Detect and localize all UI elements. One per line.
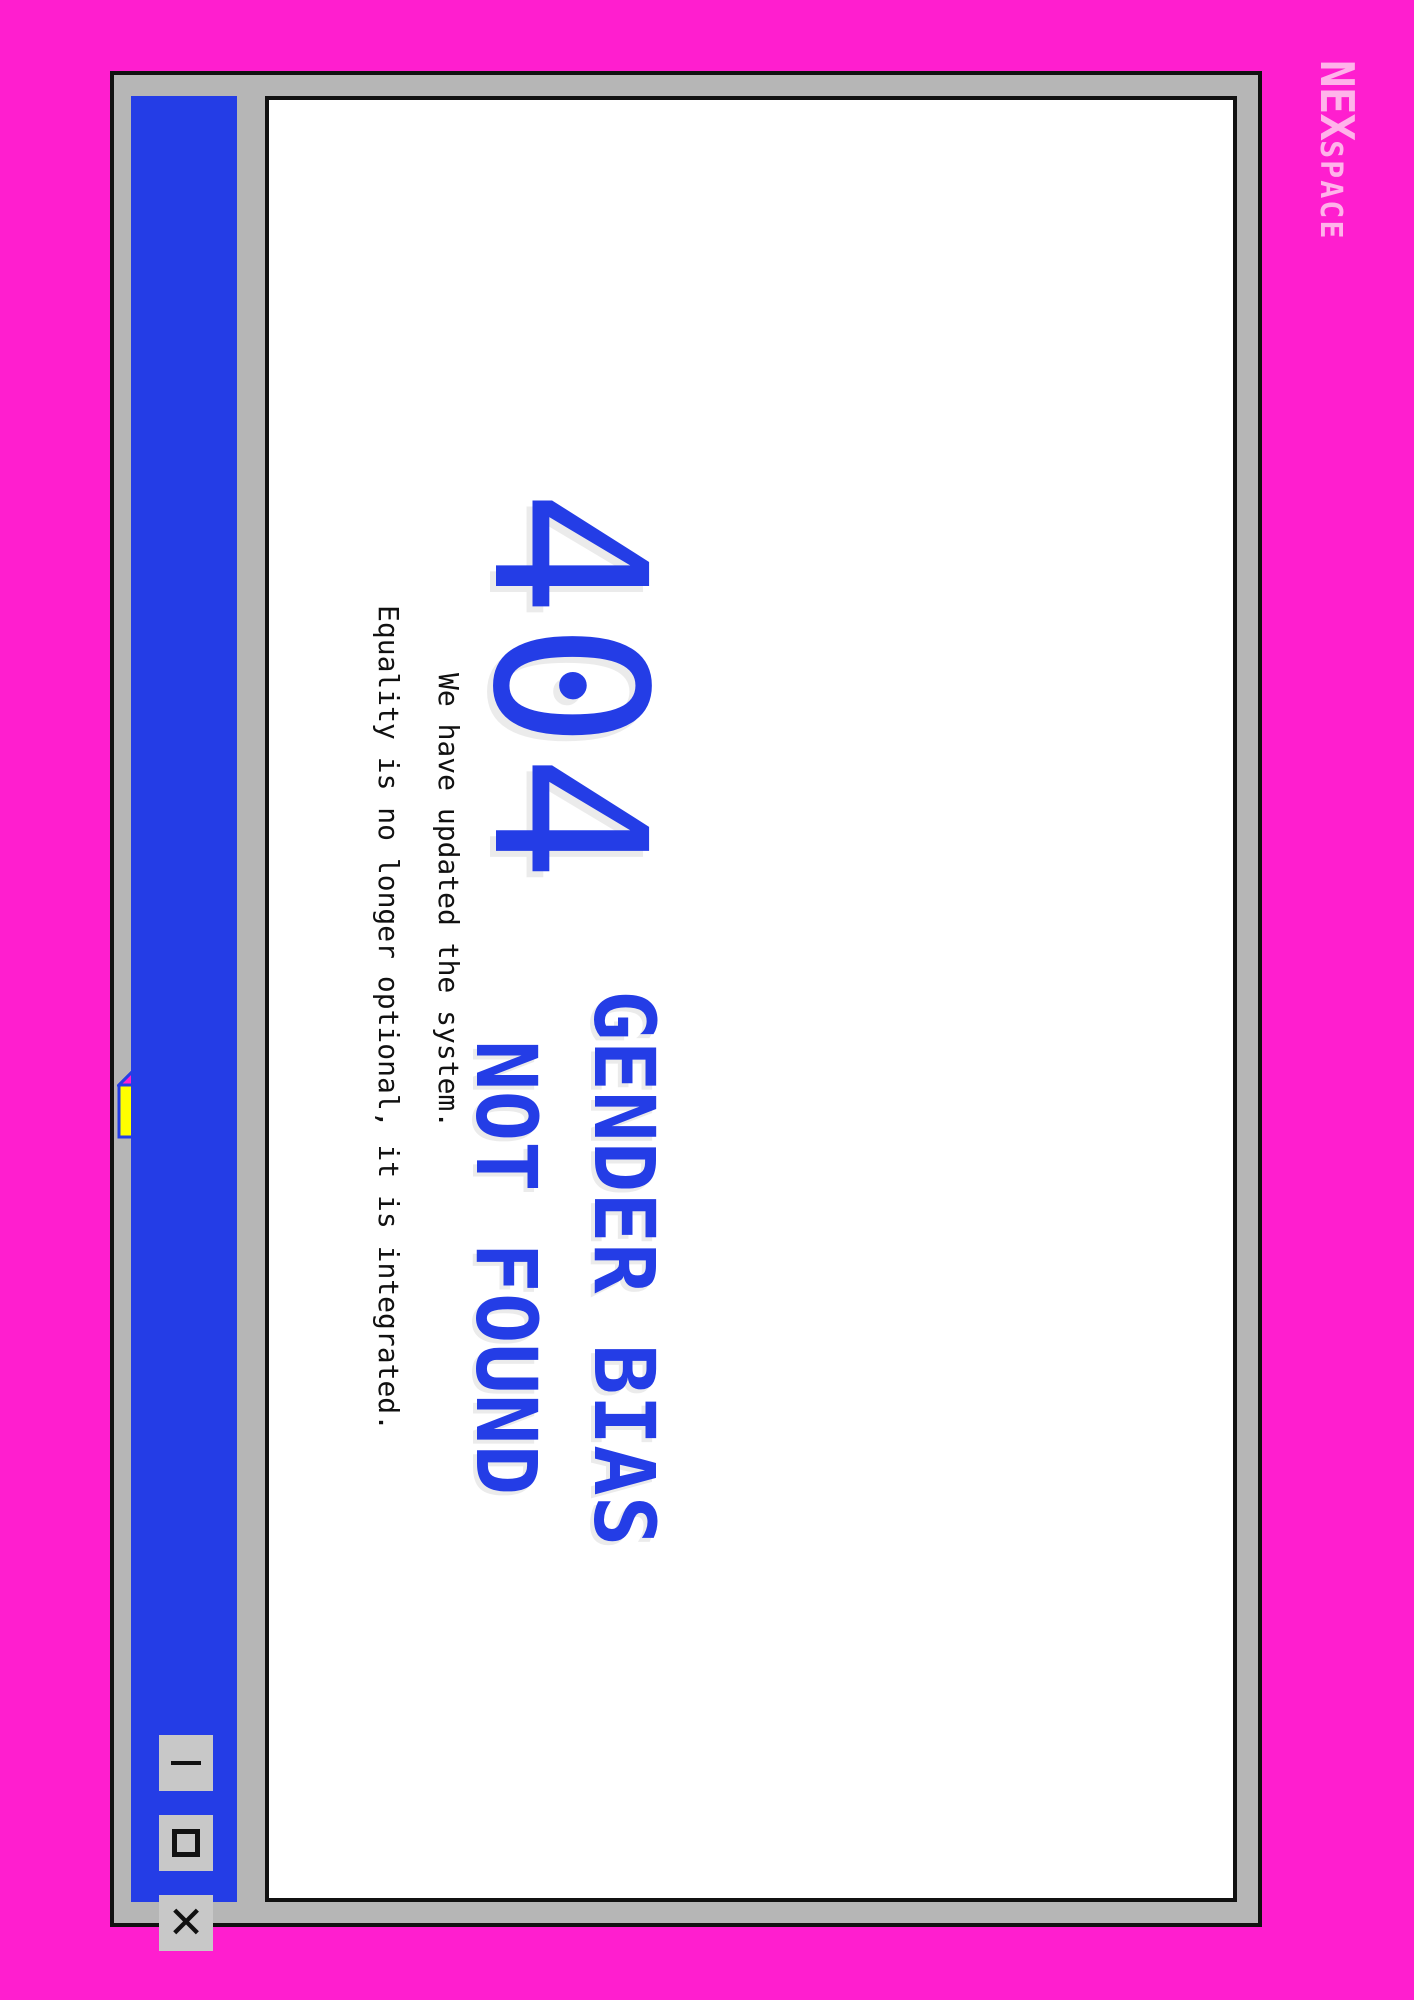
message-line-2: Equality is no longer optional, it is in… [372,605,405,1432]
minimize-icon [171,1761,201,1765]
error-headline: GENDER BIAS NOT FOUND [447,990,683,1546]
error-code: 404 [446,490,691,888]
headline-line-1: GENDER BIAS [575,990,673,1547]
error-message: We have updated the system. Equality is … [358,605,478,1431]
close-button[interactable]: ✕ [159,1895,213,1951]
title-bar[interactable]: ✕ [131,96,237,1951]
brand-logo-part2: SPACE [1313,140,1348,241]
brand-logo-part1: NEX [1310,60,1364,141]
maximize-icon [172,1829,200,1857]
error-window: 404 GENDER BIAS NOT FOUND We have update… [110,71,1262,1951]
poster: NEXSPACE 404 GENDER BIAS NOT FOUND We ha… [0,0,1414,2000]
close-icon: ✕ [167,1897,205,1948]
brand-logo: NEXSPACE [1310,60,1364,240]
maximize-button[interactable] [159,1815,213,1871]
window-content: 404 GENDER BIAS NOT FOUND We have update… [117,96,1237,1902]
message-line-1: We have updated the system. [432,673,465,1129]
minimize-button[interactable] [159,1735,213,1791]
